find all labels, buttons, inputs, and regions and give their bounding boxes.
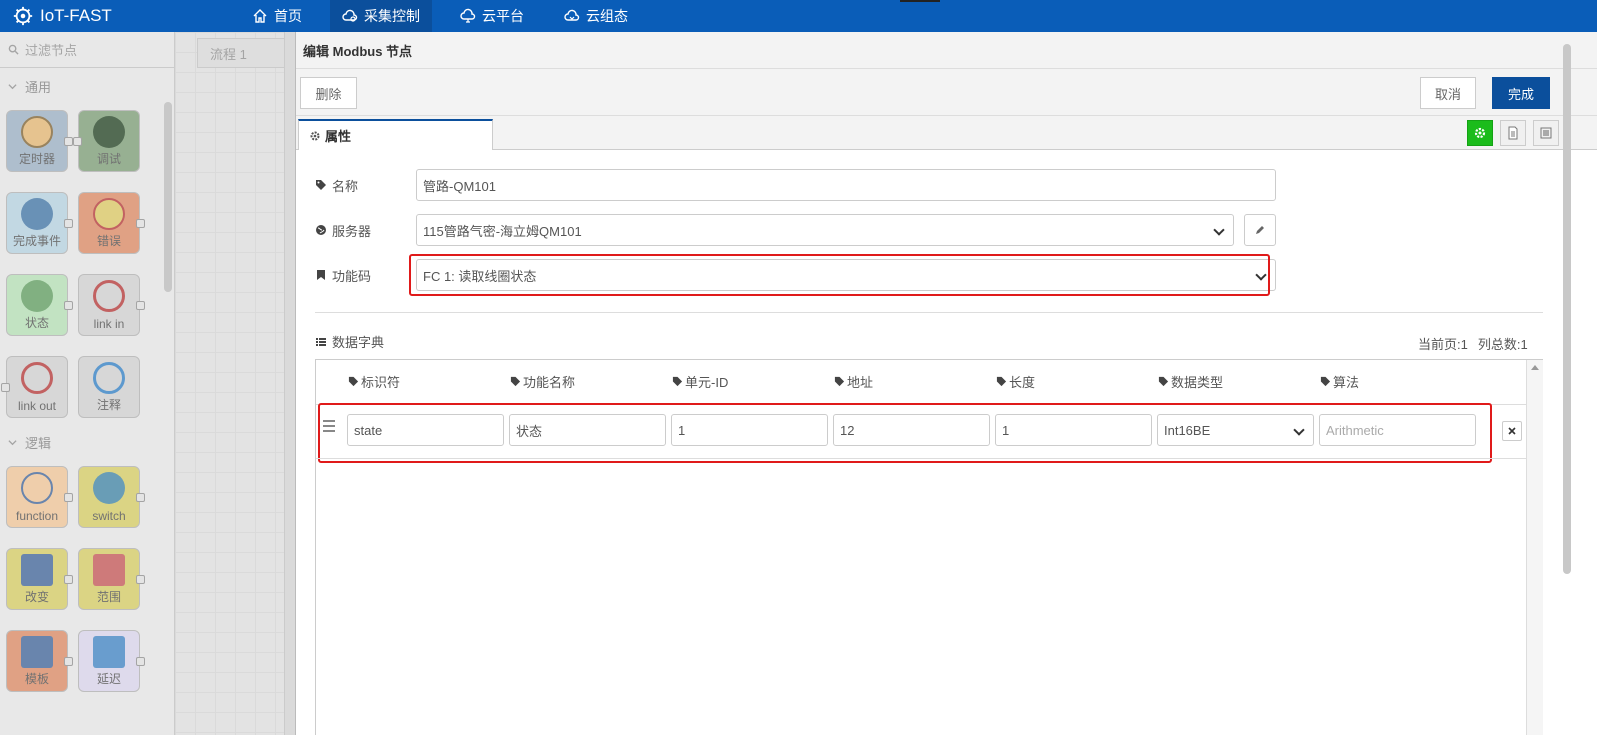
scroll-up-icon[interactable] [1531,365,1539,370]
tray-scrollbar[interactable] [1563,44,1571,574]
cloud-gear-icon [342,9,358,22]
nav-collect-label: 采集控制 [364,8,420,24]
top-bar: IoT-FAST 首页 采集控制 云平台 云组态 [0,0,1597,32]
data-type-value: Int16BE [1164,422,1211,438]
nav-cloud-config[interactable]: 云组态 [552,0,640,32]
nav-cloud-platform-label: 云平台 [482,8,524,24]
cell-unit-id-input[interactable]: 1 [671,414,828,446]
current-page: 当前页:1 [1418,337,1468,352]
name-label: 名称 [332,178,359,194]
node-appearance-button[interactable] [1533,120,1559,146]
function-code-select[interactable]: FC 1: 读取线圈状态 [416,259,1276,291]
top-indicator [900,0,940,2]
cloud-platform-icon [460,8,476,23]
column-header-label: 单元-ID [685,375,729,390]
document-icon [1508,126,1518,140]
total-columns: 列总数:1 [1477,337,1528,352]
name-label-row: 名称 [315,169,358,201]
column-header-function-name: 功能名称 [510,372,575,391]
appearance-icon [1540,127,1552,139]
column-header-algorithm: 算法 [1320,372,1359,391]
iot-logo-icon [13,6,33,26]
server-select-value: 115管路气密-海立姆QM101 [423,223,582,239]
data-dict-heading: 数据字典 [315,332,384,351]
gear-icon [1474,127,1486,139]
app-title: IoT-FAST [40,6,112,25]
data-dict-table: 标识符 功能名称 单元-ID 地址 长度 数据类型 算法 state 状态 1 … [315,359,1543,735]
column-header-address: 地址 [834,372,873,391]
column-header-unit-id: 单元-ID [672,372,728,391]
form-separator [315,312,1543,313]
column-header-label: 算法 [1333,375,1360,390]
node-settings-button[interactable] [1467,120,1493,146]
data-dict-label: 数据字典 [332,335,385,350]
tag-icon [672,376,683,387]
bookmark-icon [317,270,325,280]
cell-address-input[interactable]: 12 [833,414,990,446]
function-code-value: FC 1: 读取线圈状态 [423,268,537,284]
close-icon [1508,427,1516,435]
list-icon [316,337,326,346]
table-scrollbar[interactable] [1526,360,1543,735]
fc-label: 功能码 [332,268,372,284]
nav-home-label: 首页 [274,8,302,24]
cell-function-name-input[interactable]: 状态 [509,414,666,446]
nav-home[interactable]: 首页 [240,0,314,32]
cell-length-input[interactable]: 1 [995,414,1152,446]
nav-cloud-platform[interactable]: 云平台 [448,0,536,32]
column-header-label: 数据类型 [1171,375,1224,390]
column-header-label: 地址 [847,375,874,390]
column-header-length: 长度 [996,372,1035,391]
modal-dim-overlay [0,32,295,735]
server-label: 服务器 [332,223,372,239]
delete-row-button[interactable] [1502,421,1522,441]
tag-icon [1320,376,1331,387]
cloud-config-icon [564,9,580,21]
column-header-label: 功能名称 [523,375,576,390]
tag-icon [348,376,359,387]
home-icon [253,9,267,23]
fc-label-row: 功能码 [315,259,371,291]
tag-icon [996,376,1007,387]
globe-icon [316,225,326,235]
column-header-identifier: 标识符 [348,372,400,391]
cancel-button[interactable]: 取消 [1420,77,1476,109]
page-info: 当前页:1 列总数:1 [1418,334,1528,353]
tag-icon [316,180,326,190]
tab-properties[interactable]: 属性 [298,119,493,150]
table-row-divider [316,404,1526,405]
tray-toolbar: 删除 取消 完成 [296,69,1597,116]
tag-icon [834,376,845,387]
done-button[interactable]: 完成 [1492,77,1550,109]
cell-algorithm-input[interactable]: Arithmetic [1319,414,1476,446]
cell-identifier-input[interactable]: state [347,414,504,446]
table-row-divider [316,458,1526,459]
app-logo[interactable]: IoT-FAST [0,5,240,27]
tab-properties-label: 属性 [325,129,352,144]
column-header-data-type: 数据类型 [1158,372,1223,391]
tag-icon [1158,376,1169,387]
pencil-icon [1256,226,1264,234]
main-nav: 首页 采集控制 云平台 云组态 [240,0,656,32]
name-field[interactable]: 管路-QM101 [416,169,1276,201]
delete-button[interactable]: 删除 [300,77,357,109]
tag-icon [510,376,521,387]
nav-cloud-config-label: 云组态 [586,8,628,24]
server-select[interactable]: 115管路气密-海立姆QM101 [416,214,1234,246]
nav-collect-control[interactable]: 采集控制 [330,0,432,32]
gear-icon [310,131,320,140]
column-header-label: 标识符 [361,375,401,390]
tray-title: 编辑 Modbus 节点 [296,32,1597,69]
tray-tabs: 属性 [296,116,1597,150]
column-header-label: 长度 [1009,375,1036,390]
row-drag-handle[interactable] [323,420,335,435]
cell-data-type-select[interactable]: Int16BE [1157,414,1314,446]
node-description-button[interactable] [1500,120,1526,146]
edit-tray: 编辑 Modbus 节点 删除 取消 完成 属性 名称 管路-QM101 服务器… [295,32,1597,735]
server-label-row: 服务器 [315,214,371,246]
edit-server-button[interactable] [1244,214,1276,246]
